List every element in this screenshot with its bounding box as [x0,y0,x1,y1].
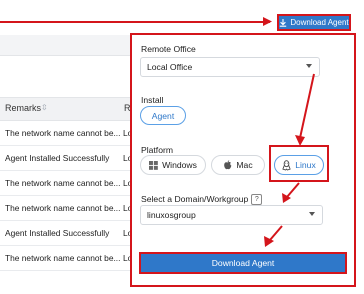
table-row[interactable]: Agent Installed Successfully Lo [0,220,132,246]
help-icon[interactable]: ? [251,194,263,205]
domain-value: linuxosgroup [147,210,196,220]
chevron-down-icon [309,212,315,216]
cell-remarks: The network name cannot be... [5,203,121,213]
windows-icon [149,160,158,170]
filter-bar [0,35,130,56]
cell-remarks: The network name cannot be... [5,178,121,188]
install-agent-option[interactable]: Agent [140,106,186,125]
platform-mac-label: Mac [236,160,253,170]
table-row[interactable]: The network name cannot be... Lo [0,170,132,196]
table-row[interactable]: The network name cannot be... Lo [0,120,132,146]
platform-mac-option[interactable]: Mac [211,155,265,175]
platform-windows-option[interactable]: Windows [140,155,206,175]
annotation-line [0,21,270,23]
download-agent-top-button[interactable]: Download Agent [277,14,351,31]
cell-remarks: Agent Installed Successfully [5,153,110,163]
cell-remarks: Agent Installed Successfully [5,228,110,238]
install-label: Install [141,95,164,105]
platform-label: Platform [141,145,173,155]
column-header-remarks[interactable]: Remarks [5,103,41,113]
table-header: Remarks ⇳ Re [0,97,136,121]
table-row[interactable]: The network name cannot be... Lo [0,245,132,271]
apple-icon [224,160,232,170]
sort-icon[interactable]: ⇳ [41,103,48,112]
download-icon [280,18,287,27]
table-row[interactable]: Agent Installed Successfully Lo [0,145,132,171]
domain-label-text: Select a Domain/Workgroup [141,194,249,204]
cell-remarks: The network name cannot be... [5,253,121,263]
linux-highlight-box [269,145,329,182]
table-row[interactable]: The network name cannot be... Lo [0,195,132,221]
install-agent-label: Agent [151,110,175,121]
domain-label: Select a Domain/Workgroup? [141,194,263,205]
download-agent-button[interactable]: Download Agent [139,252,347,274]
platform-windows-label: Windows [162,160,197,170]
remote-office-label: Remote Office [141,44,196,54]
domain-select[interactable]: linuxosgroup [140,205,323,225]
download-agent-top-label: Download Agent [290,18,349,27]
chevron-down-icon [306,64,312,68]
remote-office-value: Local Office [147,62,193,72]
cell-remarks: The network name cannot be... [5,128,121,138]
remote-office-select[interactable]: Local Office [140,57,320,77]
